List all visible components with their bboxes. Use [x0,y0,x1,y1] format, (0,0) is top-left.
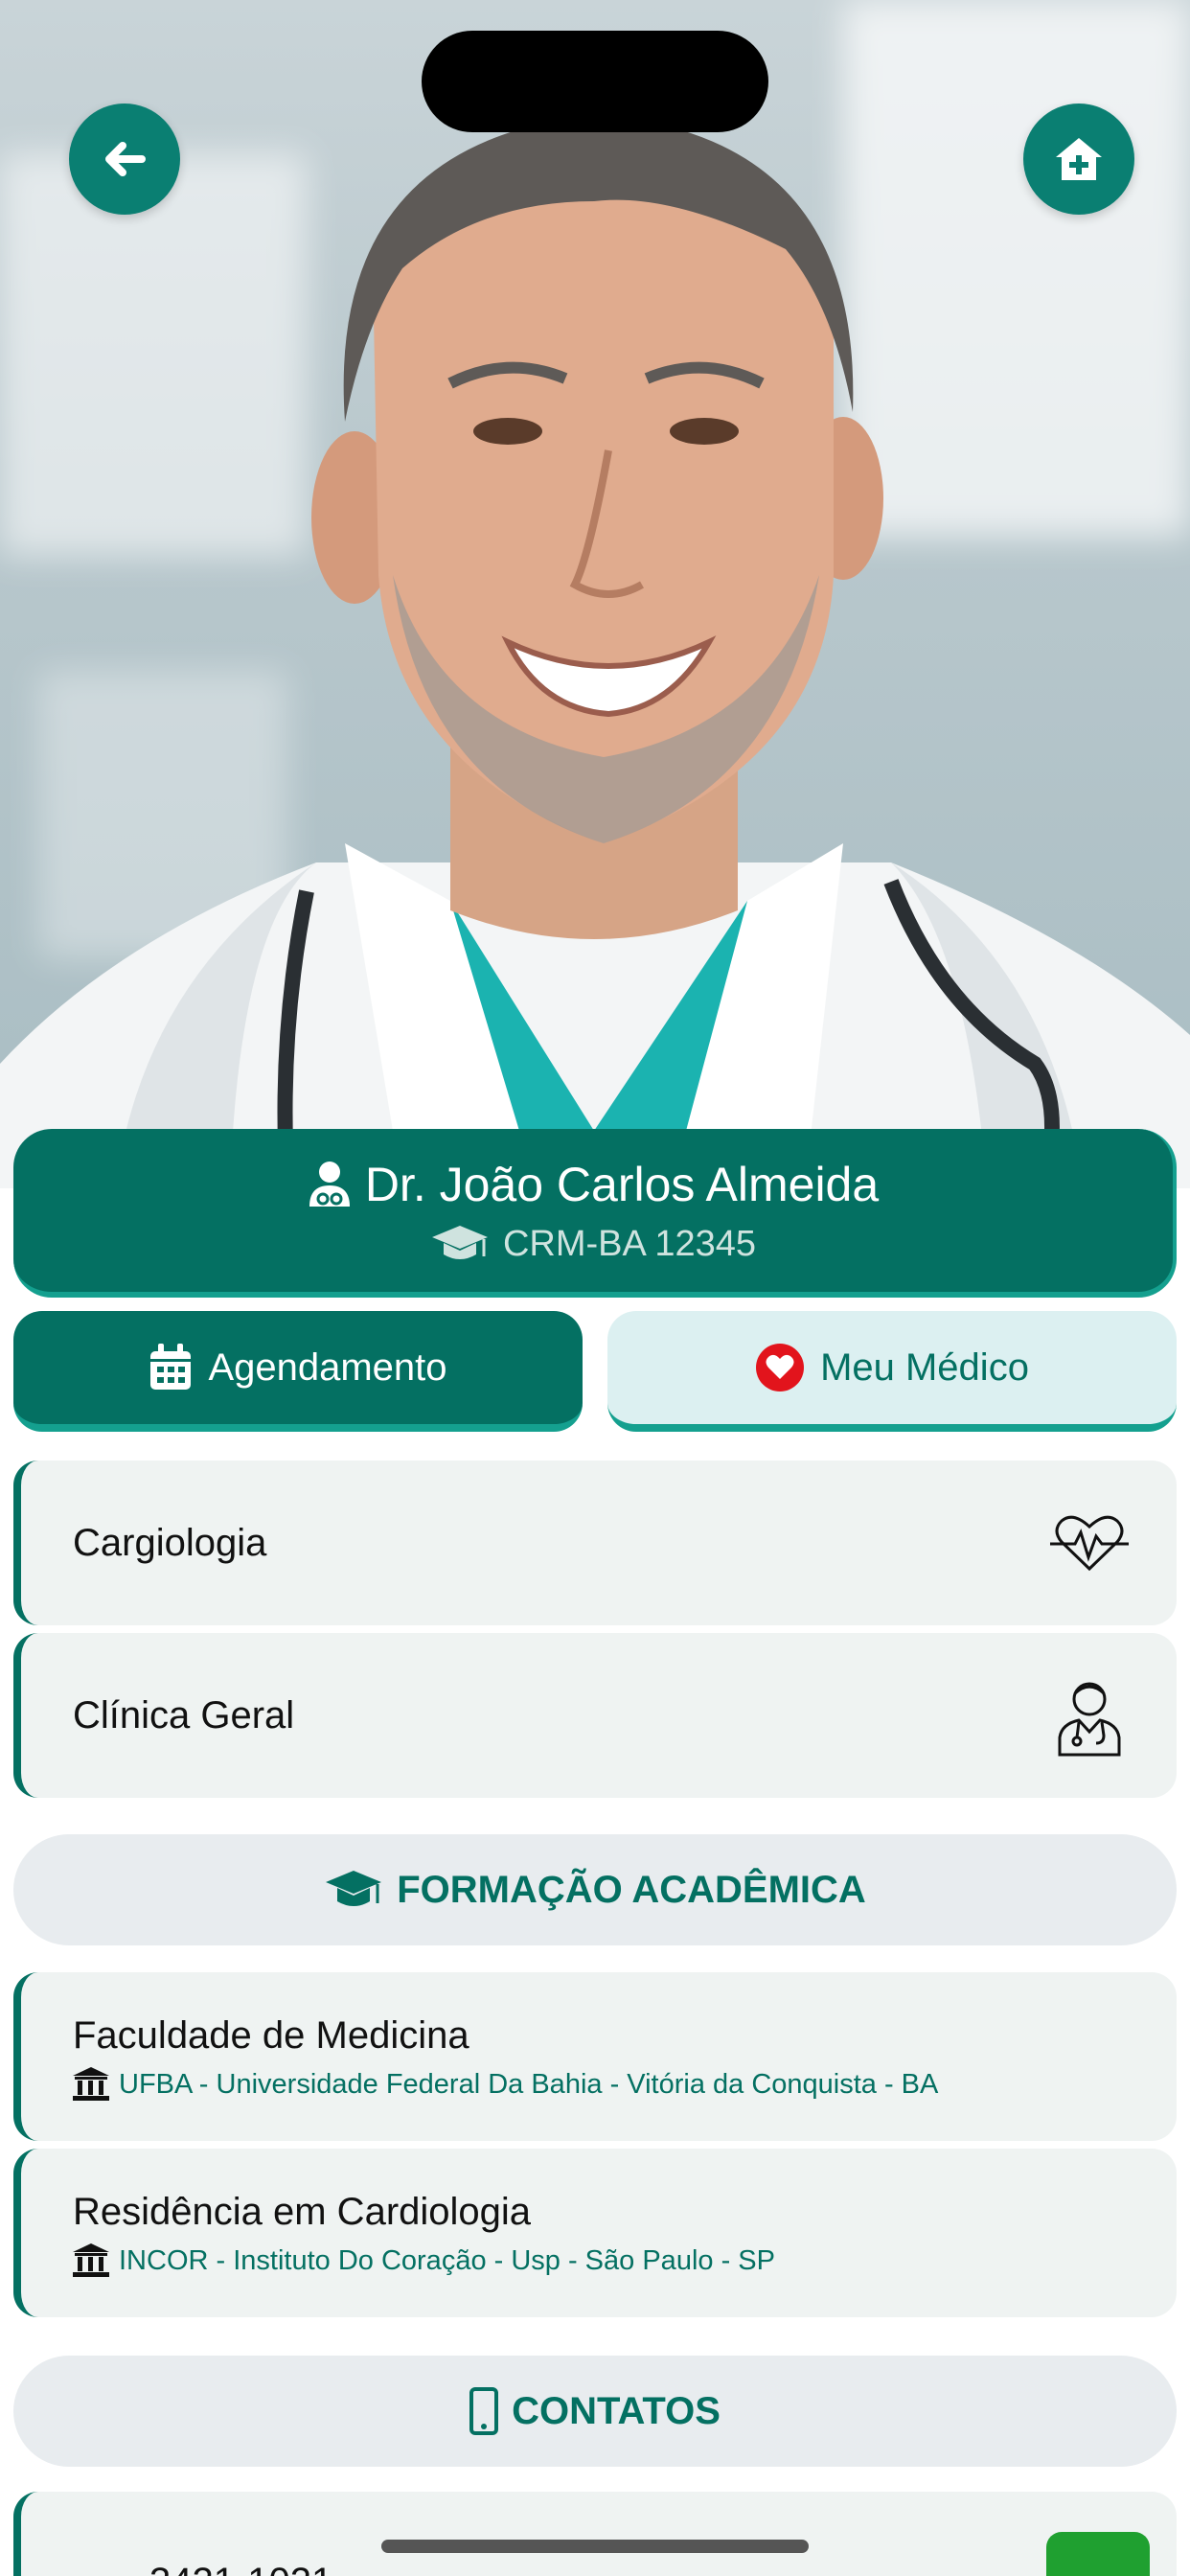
education-institution: UFBA - Universidade Federal Da Bahia - V… [119,2068,939,2100]
doctor-photo [0,0,1190,1188]
doctor-portrait [0,115,1190,1188]
specialty-label: Clínica Geral [73,1693,295,1736]
tab-agendamento-label: Agendamento [208,1346,447,1389]
hospital-house-icon [1056,138,1102,180]
education-title: Residência em Cardiologia [73,2191,532,2233]
calendar-icon [150,1344,192,1390]
formacao-heading: FORMAÇÃO ACADÊMICA [13,1834,1177,1945]
institution-icon [73,2243,109,2277]
back-button[interactable] [69,104,180,215]
education-item: Faculdade de Medicina UFBA - Universidad… [13,1972,1177,2141]
tab-meu-medico[interactable]: Meu Médico [607,1311,1177,1432]
institution-icon [73,2067,109,2101]
contact-number: 3421-1021 [149,2561,332,2576]
contact-item[interactable]: 3421-1021 [13,2492,1177,2576]
graduation-cap-icon [326,1871,382,1906]
specialty-item[interactable]: Clínica Geral [13,1633,1177,1798]
doctor-info-card: Dr. João Carlos Almeida CRM-BA 12345 [13,1129,1177,1298]
contatos-heading-label: CONTATOS [512,2389,721,2432]
doctor-name: Dr. João Carlos Almeida [364,1157,880,1211]
specialty-label: Cargiologia [73,1521,267,1564]
tab-meu-medico-label: Meu Médico [820,1346,1029,1389]
call-button[interactable] [1046,2532,1150,2576]
doctor-outline-icon [1058,1682,1121,1757]
heartbeat-icon [1050,1515,1129,1572]
graduation-cap-icon [431,1226,488,1259]
contatos-heading: CONTATOS [13,2356,1177,2467]
education-title: Faculdade de Medicina [73,2014,469,2057]
education-institution: INCOR - Instituto Do Coração - Usp - São… [119,2244,775,2276]
arrow-left-icon [105,142,146,176]
doctor-crm: CRM-BA 12345 [502,1223,756,1264]
education-item: Residência em Cardiologia INCOR - Instit… [13,2149,1177,2317]
tab-agendamento[interactable]: Agendamento [13,1311,583,1432]
formacao-heading-label: FORMAÇÃO ACADÊMICA [397,1868,866,1911]
specialty-item[interactable]: Cargiologia [13,1460,1177,1625]
doctor-icon [309,1161,350,1207]
heart-icon [756,1344,805,1392]
home-indicator [381,2540,809,2553]
device-notch [422,31,768,132]
home-button[interactable] [1023,104,1134,215]
mobile-phone-icon [469,2387,499,2435]
